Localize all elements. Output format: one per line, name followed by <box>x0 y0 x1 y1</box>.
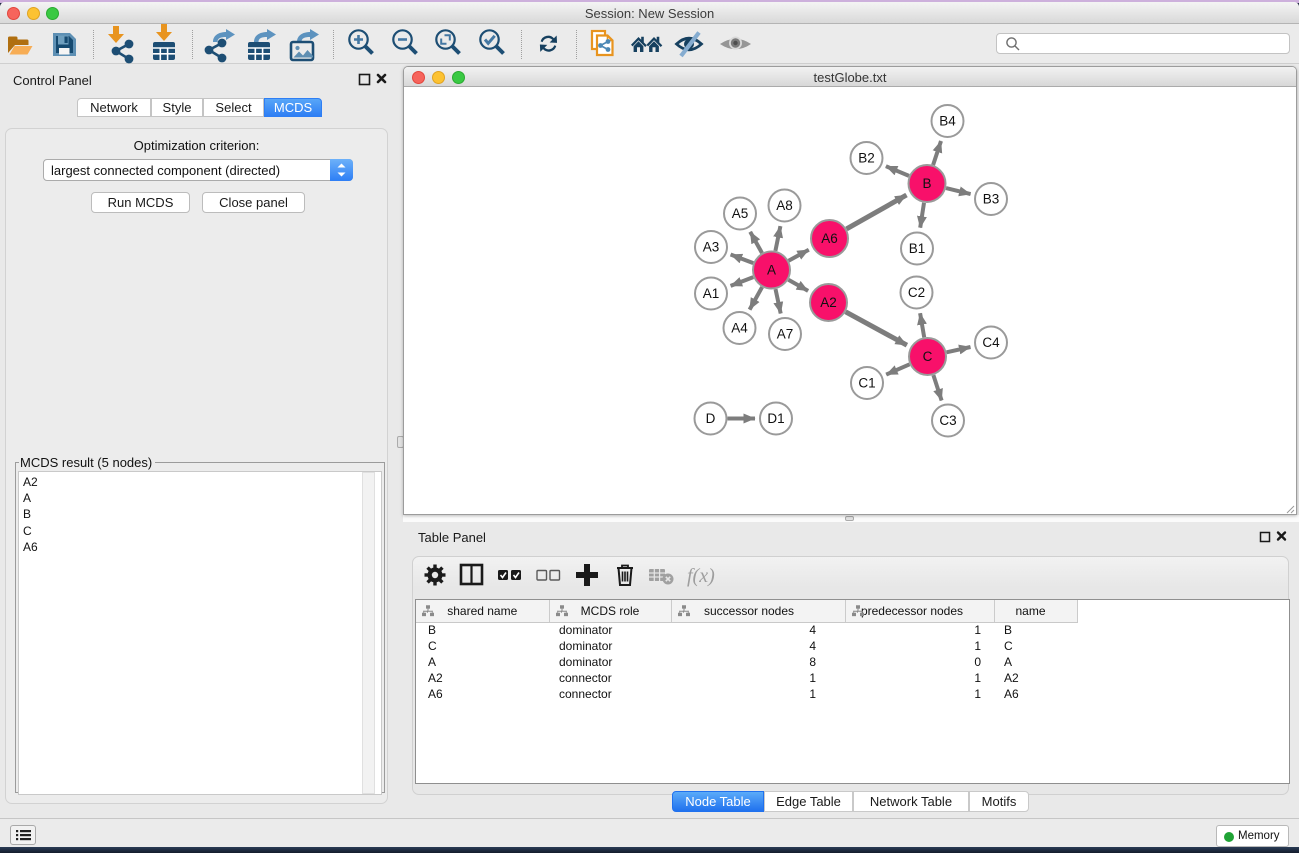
svg-text:A7: A7 <box>777 326 794 341</box>
svg-text:f(x): f(x) <box>687 565 715 587</box>
svg-text:C2: C2 <box>908 285 925 300</box>
svg-text:B2: B2 <box>858 150 875 165</box>
svg-text:D: D <box>706 411 716 426</box>
svg-text:A3: A3 <box>703 239 720 254</box>
svg-text:B3: B3 <box>983 191 1000 206</box>
svg-text:C3: C3 <box>939 413 956 428</box>
svg-text:A: A <box>767 262 776 277</box>
svg-text:D1: D1 <box>767 411 784 426</box>
svg-text:B1: B1 <box>909 241 926 256</box>
svg-text:A4: A4 <box>731 320 748 335</box>
svg-text:C: C <box>923 349 933 364</box>
svg-text:C1: C1 <box>858 375 875 390</box>
svg-text:B4: B4 <box>939 113 956 128</box>
svg-text:A5: A5 <box>732 206 749 221</box>
svg-text:B: B <box>922 176 931 191</box>
svg-text:A1: A1 <box>703 286 720 301</box>
svg-text:A2: A2 <box>820 295 837 310</box>
svg-text:A6: A6 <box>821 231 838 246</box>
svg-text:A8: A8 <box>776 198 793 213</box>
svg-text:C4: C4 <box>982 335 1000 350</box>
